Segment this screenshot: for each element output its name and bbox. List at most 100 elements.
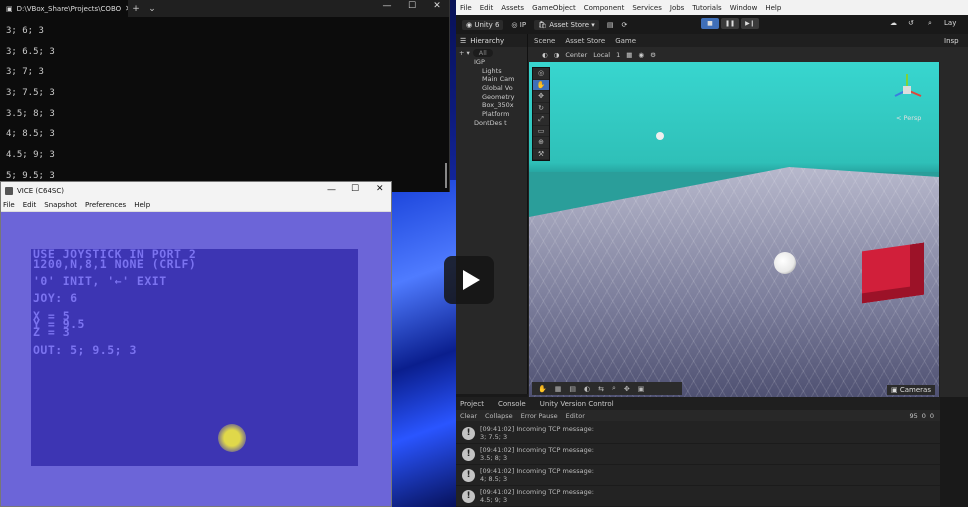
tab-version-control[interactable]: Unity Version Control [540, 400, 614, 408]
account-dropdown[interactable]: ◎ IP [511, 21, 526, 29]
asset-store-button[interactable]: 🛍 Asset Store ▾ [534, 19, 599, 30]
light-gizmo-icon[interactable] [656, 132, 664, 140]
frame-icon[interactable]: ▣ [638, 385, 645, 393]
menu-window[interactable]: Window [730, 4, 758, 12]
hand-tool-icon[interactable]: ✋ [533, 79, 549, 91]
menu-help[interactable]: Help [134, 201, 150, 209]
orbit-icon[interactable]: ◐ [584, 385, 590, 393]
maximize-button[interactable]: ☐ [351, 184, 359, 194]
pan-icon[interactable]: ✥ [624, 385, 630, 393]
draw-mode-icon[interactable]: ◐ [542, 51, 548, 59]
console-entry[interactable]: ! [09:41:02] Incoming TCP message: 4; 8.5… [456, 465, 940, 486]
pivot-dropdown[interactable]: Center [565, 51, 587, 59]
tab-console[interactable]: Console [498, 400, 526, 408]
menu-snapshot[interactable]: Snapshot [44, 201, 77, 209]
scene-viewport[interactable]: < Persp ◎ ✋ ✥ ↻ ⤢ ▭ ⊕ ⚒ ✋ ▦ ▤ ◐ ⇆ ⌕ ✥ ▣ [529, 62, 939, 397]
menu-file[interactable]: File [3, 201, 15, 209]
tab-game[interactable]: Game [615, 37, 636, 45]
console-entry[interactable]: ! [09:41:02] Incoming TCP message: 3; 7.5… [456, 423, 940, 444]
vice-window[interactable]: VICE (C64SC) — ☐ ✕ File Edit Snapshot Pr… [0, 181, 392, 507]
error-pause-button[interactable]: Error Pause [521, 412, 558, 420]
terminal-window[interactable]: ▣ D:\VBox_Share\Projects\COBO ✕ + ⌄ — ☐ … [0, 0, 450, 192]
console-entry[interactable]: ! [09:41:02] Incoming TCP message: 3.5; 8… [456, 444, 940, 465]
new-tab-button[interactable]: + [128, 4, 144, 14]
terminal-scrollbar[interactable] [445, 163, 447, 188]
hand-icon[interactable]: ✋ [538, 385, 547, 393]
view-tool-icon[interactable]: ◎ [533, 68, 549, 80]
inspector-tab[interactable]: Insp [940, 34, 968, 47]
tab-scene[interactable]: Scene [534, 37, 555, 45]
zoom-icon[interactable]: ⌕ [612, 384, 616, 393]
history-icon[interactable]: ↺ [908, 19, 914, 27]
tab-dropdown-icon[interactable]: ⌄ [144, 4, 160, 14]
error-count[interactable]: 0 [930, 412, 934, 420]
stop-button[interactable]: ■ [701, 18, 719, 29]
rotate-tool-icon[interactable]: ↻ [533, 103, 549, 114]
custom-tool-icon[interactable]: ⚒ [533, 149, 549, 160]
grid-icon[interactable]: ▦ [626, 51, 632, 59]
terminal-tab[interactable]: ▣ D:\VBox_Share\Projects\COBO ✕ [0, 0, 128, 17]
hierarchy-item[interactable]: Box_350x [474, 101, 527, 110]
menu-jobs[interactable]: Jobs [670, 4, 684, 12]
visibility-icon[interactable]: ◉ [638, 51, 644, 59]
close-button[interactable]: ✕ [376, 184, 384, 194]
gizmos-icon[interactable]: ⚙ [650, 51, 656, 59]
minimize-button[interactable]: — [374, 0, 400, 14]
clear-button[interactable]: Clear [460, 412, 477, 420]
minimize-button[interactable]: — [327, 185, 336, 195]
hierarchy-search-input[interactable]: All [472, 48, 493, 57]
menu-help[interactable]: Help [765, 4, 781, 12]
grid-icon[interactable]: ▦ [555, 385, 562, 393]
cloud-icon[interactable]: ☁ [890, 19, 897, 27]
sphere-object[interactable] [774, 252, 796, 274]
menu-edit[interactable]: Edit [23, 201, 37, 209]
close-button[interactable]: ✕ [424, 0, 450, 14]
cameras-overlay[interactable]: ▣ Cameras [887, 385, 935, 395]
tab-project[interactable]: Project [460, 400, 484, 408]
space-dropdown[interactable]: Local [593, 51, 610, 59]
menu-file[interactable]: File [460, 4, 472, 12]
layers-dropdown[interactable]: Lay [944, 19, 956, 27]
tab-asset-store[interactable]: Asset Store [565, 37, 605, 45]
snap-value[interactable]: 1 [616, 51, 620, 59]
menu-preferences[interactable]: Preferences [85, 201, 126, 209]
menu-tutorials[interactable]: Tutorials [692, 4, 721, 12]
rect-tool-icon[interactable]: ▭ [533, 126, 549, 137]
hierarchy-item[interactable]: Main Cam [474, 75, 527, 84]
add-icon[interactable]: + ▾ [459, 49, 470, 57]
scale-tool-icon[interactable]: ⤢ [533, 114, 549, 126]
orientation-gizmo-icon[interactable] [887, 70, 927, 110]
flythrough-icon[interactable]: ⇆ [598, 385, 604, 393]
hierarchy-item-scene[interactable]: IGP [474, 58, 527, 67]
package-icon[interactable]: ▤ [607, 21, 614, 29]
video-play-button[interactable] [444, 256, 494, 304]
collab-icon[interactable]: ⟳ [621, 21, 627, 29]
search-icon[interactable]: ⌕ [928, 19, 932, 28]
transform-tool-icon[interactable]: ⊕ [533, 137, 549, 149]
warning-count[interactable]: 0 [922, 412, 926, 420]
menu-assets[interactable]: Assets [501, 4, 524, 12]
hierarchy-item[interactable]: Geometry [474, 93, 527, 102]
unity-editor[interactable]: File Edit Assets GameObject Component Se… [456, 0, 968, 507]
hierarchy-item[interactable]: Platform [474, 110, 527, 119]
perspective-label[interactable]: < Persp [896, 114, 921, 122]
step-button[interactable]: ▶❙ [741, 18, 759, 29]
collapse-button[interactable]: Collapse [485, 412, 513, 420]
hierarchy-item[interactable]: Global Vo [474, 84, 527, 93]
menu-component[interactable]: Component [584, 4, 625, 12]
info-count[interactable]: 95 [909, 412, 917, 420]
hierarchy-item[interactable]: Lights [474, 67, 527, 76]
menu-gameobject[interactable]: GameObject [532, 4, 576, 12]
menu-edit[interactable]: Edit [480, 4, 494, 12]
move-tool-icon[interactable]: ✥ [533, 91, 549, 103]
hierarchy-item[interactable]: DontDes t [474, 119, 527, 128]
console-entry[interactable]: ! [09:41:02] Incoming TCP message: 4.5; 9… [456, 486, 940, 507]
shading-icon[interactable]: ◑ [554, 51, 560, 59]
pause-button[interactable]: ❚❚ [721, 18, 739, 29]
folder-icon[interactable]: ▤ [569, 385, 576, 393]
cube-object[interactable] [862, 242, 924, 304]
editor-dropdown[interactable]: Editor [566, 412, 585, 420]
menu-services[interactable]: Services [632, 4, 662, 12]
maximize-button[interactable]: ☐ [399, 0, 425, 14]
hierarchy-tab[interactable]: ☰ Hierarchy [456, 34, 527, 47]
